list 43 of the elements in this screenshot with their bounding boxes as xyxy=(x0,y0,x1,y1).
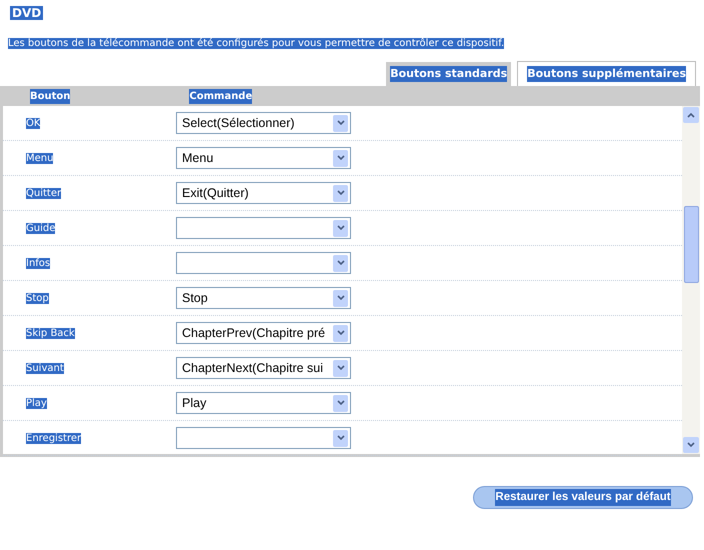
chevron-down-icon xyxy=(336,120,344,126)
button-name: Enregistrer xyxy=(26,432,82,444)
chevron-down-icon xyxy=(336,295,344,301)
chevron-down-icon xyxy=(336,260,344,266)
button-name: Infos xyxy=(26,258,50,269)
command-dropdown[interactable] xyxy=(176,252,351,274)
chevron-down-icon xyxy=(336,190,344,196)
description-text: Les boutons de la télécommande ont été configurés pour vous permettre de contrôler ce dispositif. xyxy=(8,38,504,48)
tab[interactable]: Boutons supplémentaires xyxy=(517,61,696,86)
button-name: Quitter xyxy=(26,188,62,199)
tab[interactable]: Boutons standards xyxy=(386,62,512,86)
chevron-down-icon xyxy=(687,442,695,448)
chevron-down-icon xyxy=(336,365,344,371)
column-header: Commande xyxy=(189,88,252,104)
scroll-up-button[interactable] xyxy=(683,107,699,123)
button-name: Guide xyxy=(26,222,56,234)
restore-defaults-button[interactable]: Restaurer les valeurs par défaut xyxy=(473,486,693,509)
command-dropdown[interactable]: Stop xyxy=(176,287,351,309)
button-name: Menu xyxy=(26,152,54,164)
command-dropdown[interactable]: ChapterPrev(Chapitre pré xyxy=(176,322,351,344)
command-dropdown[interactable] xyxy=(176,217,351,239)
button-name: Play xyxy=(26,398,47,409)
command-dropdown[interactable]: Menu xyxy=(176,147,351,169)
scroll-down-button[interactable] xyxy=(683,437,699,453)
command-dropdown[interactable] xyxy=(176,427,351,449)
scrollbar-thumb[interactable] xyxy=(684,206,698,283)
button-name: OK xyxy=(26,118,40,129)
button-name: Suivant xyxy=(26,362,64,374)
chevron-down-icon xyxy=(336,155,344,161)
chevron-down-icon xyxy=(336,400,344,406)
button-name: Skip Back xyxy=(26,328,75,339)
command-dropdown[interactable]: Select(Sélectionner) xyxy=(176,112,351,134)
chevron-down-icon xyxy=(336,330,344,336)
chevron-down-icon xyxy=(336,435,344,441)
column-header: Bouton xyxy=(30,88,70,104)
command-dropdown[interactable]: Play xyxy=(176,392,351,414)
page-title: DVD xyxy=(10,6,44,20)
command-dropdown[interactable]: Exit(Quitter) xyxy=(176,182,351,204)
scroll-up-icon xyxy=(687,112,695,118)
command-dropdown[interactable]: ChapterNext(Chapitre sui xyxy=(176,357,351,379)
scrollbar[interactable] xyxy=(682,106,700,454)
button-name: Stop xyxy=(26,292,49,304)
chevron-down-icon xyxy=(336,225,344,231)
